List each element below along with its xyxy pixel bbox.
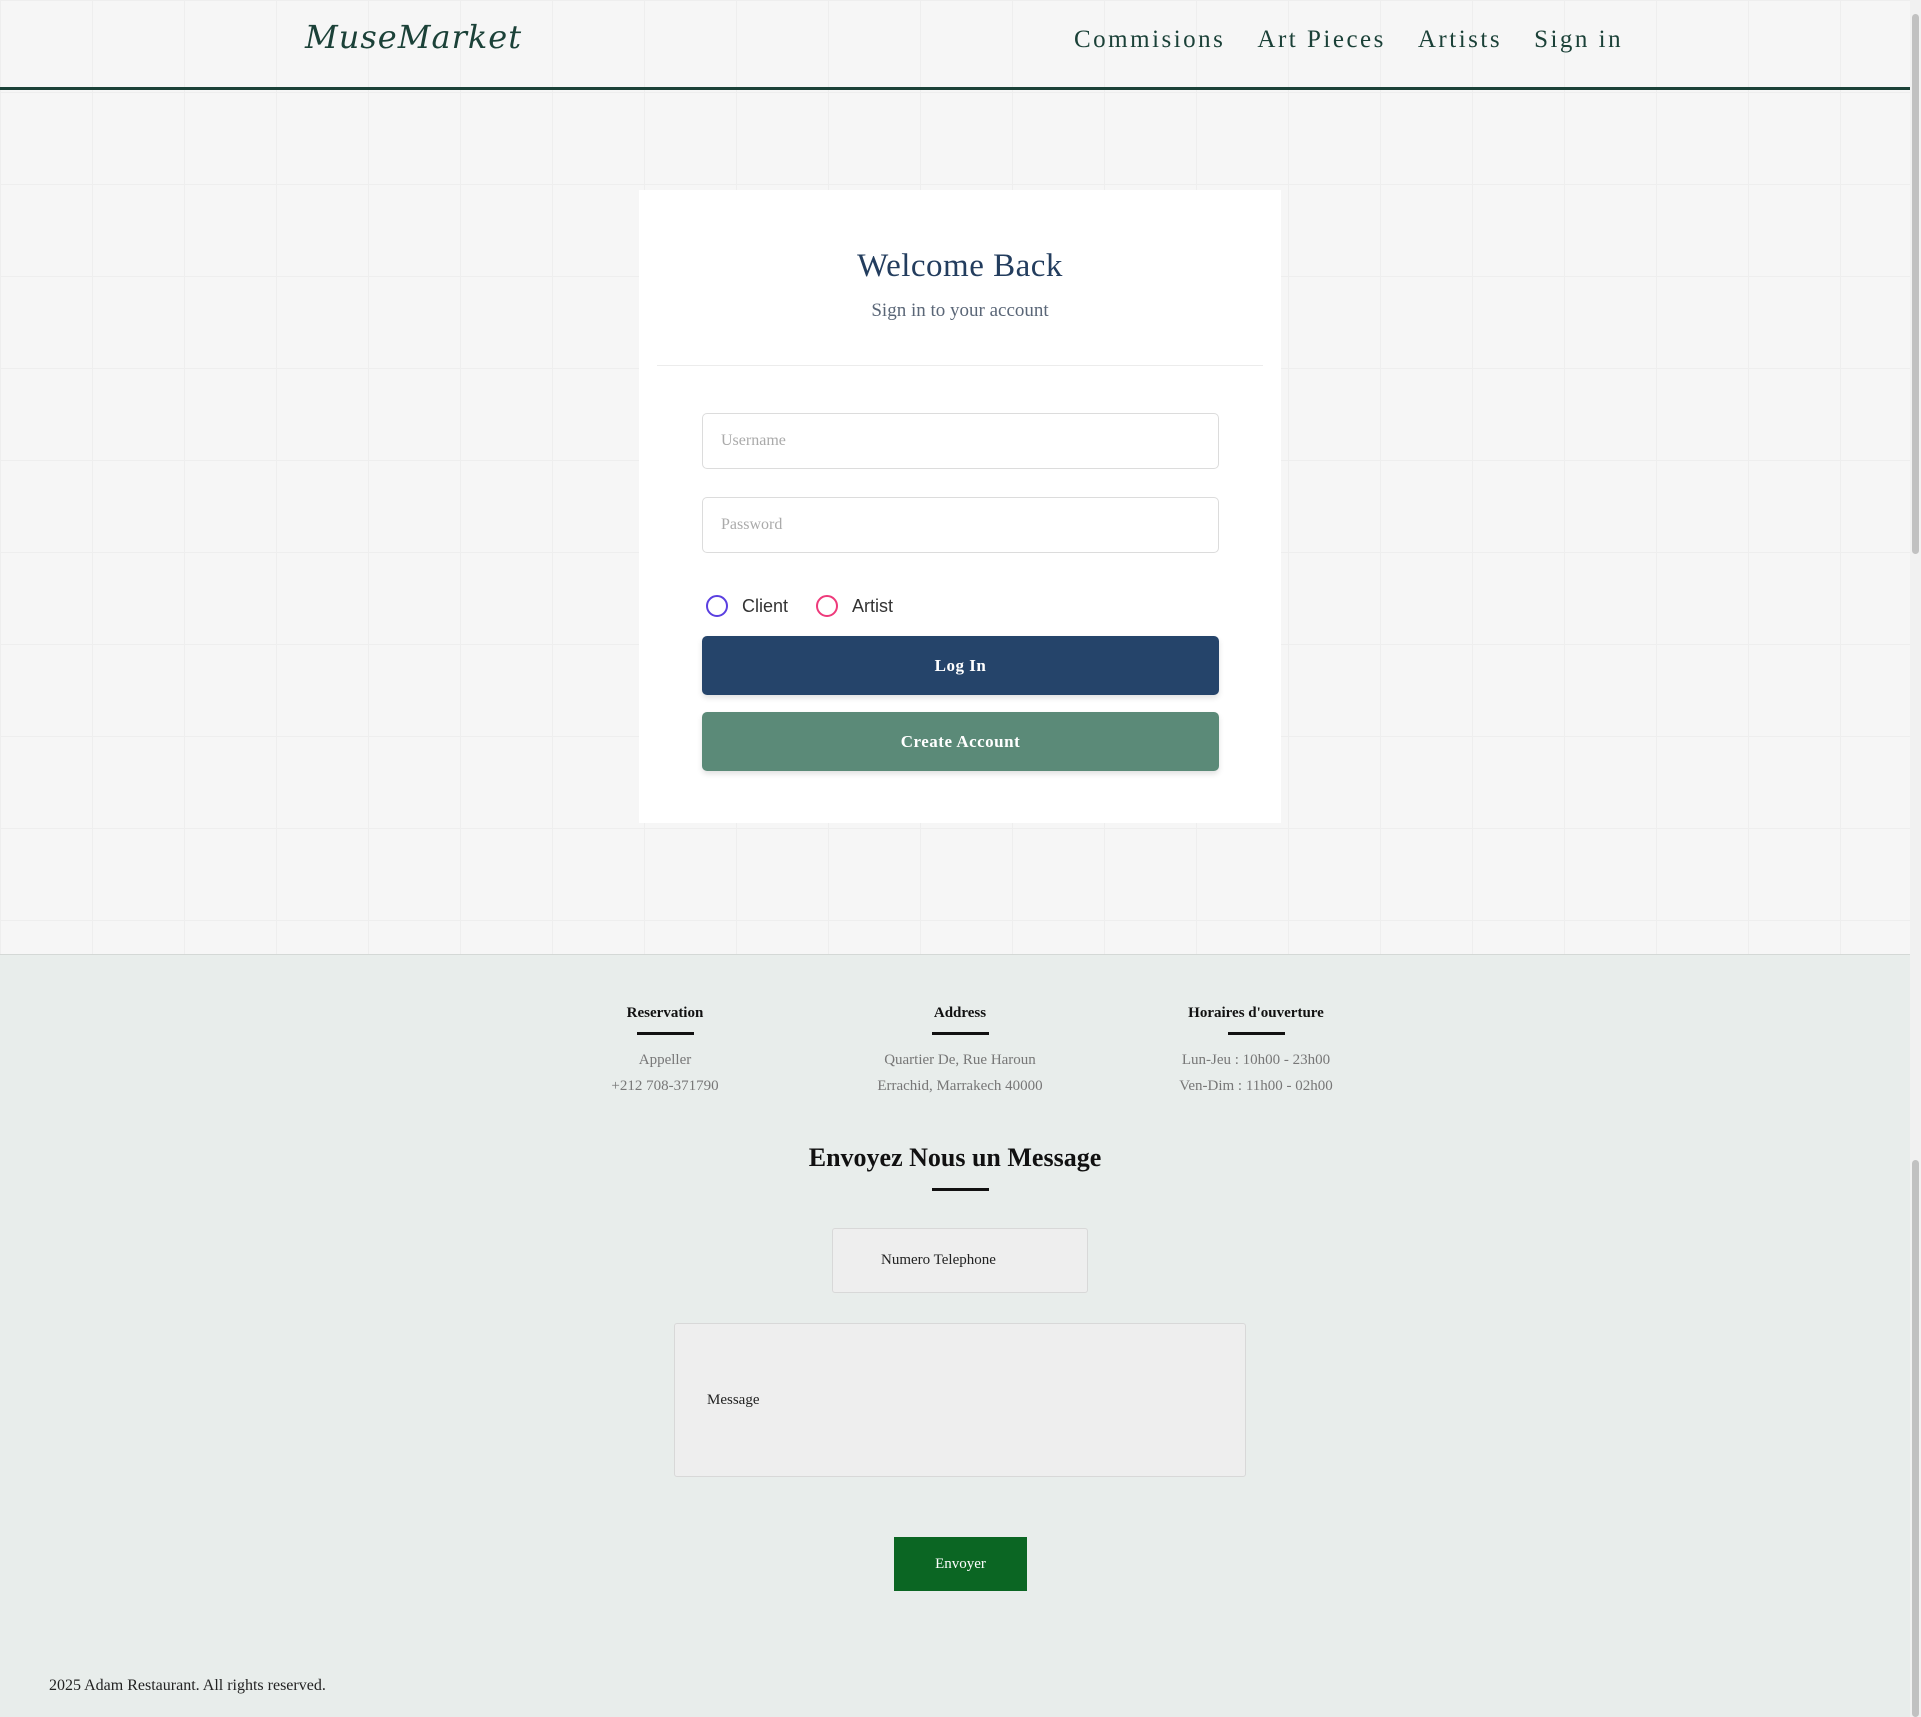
column-line: Appeller xyxy=(638,1052,692,1068)
title-underline xyxy=(932,1188,989,1191)
username-input[interactable] xyxy=(702,413,1219,469)
logo[interactable]: MuseMarket xyxy=(305,18,522,56)
login-card: Welcome Back Sign in to your account Cli… xyxy=(639,190,1281,823)
heading-underline xyxy=(1227,1032,1285,1035)
create-account-button[interactable]: Create Account xyxy=(702,712,1219,771)
column-line: Ven-Dim : 11h00 - 02h00 xyxy=(1179,1078,1333,1094)
phone-input[interactable] xyxy=(832,1228,1088,1293)
nav-commisions[interactable]: Commisions xyxy=(1074,26,1225,54)
login-subtitle: Sign in to your account xyxy=(871,300,1049,321)
scrollbar-thumb[interactable] xyxy=(1912,14,1919,554)
login-title: Welcome Back xyxy=(857,248,1063,284)
heading-underline xyxy=(636,1032,694,1035)
message-textarea[interactable] xyxy=(674,1323,1246,1477)
artist-label[interactable]: Artist xyxy=(852,596,893,617)
address-column: Address Quartier De, Rue Haroun Errachid,… xyxy=(810,1005,1110,1099)
nav-sign-in[interactable]: Sign in xyxy=(1534,26,1623,54)
client-label[interactable]: Client xyxy=(742,596,788,617)
column-line: Quartier De, Rue Haroun xyxy=(884,1052,1036,1068)
message-section-title: Envoyez Nous un Message xyxy=(808,1143,1102,1172)
divider xyxy=(657,365,1263,366)
footer: Reservation Appeller +212 708-371790 Addr… xyxy=(0,954,1910,1717)
password-input[interactable] xyxy=(702,497,1219,553)
client-radio[interactable] xyxy=(706,595,728,617)
column-heading: Address xyxy=(933,1005,987,1021)
page: MuseMarket Commisions Art Pieces Artists… xyxy=(0,0,1910,1717)
column-heading: Reservation xyxy=(626,1005,704,1021)
role-radio-group: Client Artist xyxy=(702,595,917,617)
copyright: 2025 Adam Restaurant. All rights reserve… xyxy=(49,1677,326,1694)
reservation-column: Reservation Appeller +212 708-371790 xyxy=(515,1005,815,1099)
navbar: MuseMarket Commisions Art Pieces Artists… xyxy=(0,0,1910,90)
column-line: Errachid, Marrakech 40000 xyxy=(877,1078,1043,1094)
column-heading: Horaires d'ouverture xyxy=(1188,1005,1324,1021)
nav-artists[interactable]: Artists xyxy=(1418,26,1502,54)
nav-menu: Commisions Art Pieces Artists Sign in xyxy=(1074,26,1623,54)
artist-radio[interactable] xyxy=(816,595,839,617)
send-button[interactable]: Envoyer xyxy=(894,1537,1027,1591)
nav-art-pieces[interactable]: Art Pieces xyxy=(1257,26,1385,54)
column-line: Lun-Jeu : 10h00 - 23h00 xyxy=(1181,1052,1331,1068)
scrollbar[interactable] xyxy=(1910,0,1921,1717)
heading-underline xyxy=(931,1032,989,1035)
login-button[interactable]: Log In xyxy=(702,636,1219,695)
scrollbar-thumb-secondary[interactable] xyxy=(1912,1160,1919,1717)
phone-number[interactable]: +212 708-371790 xyxy=(515,1073,815,1099)
hours-column: Horaires d'ouverture Lun-Jeu : 10h00 - 2… xyxy=(1106,1005,1406,1099)
